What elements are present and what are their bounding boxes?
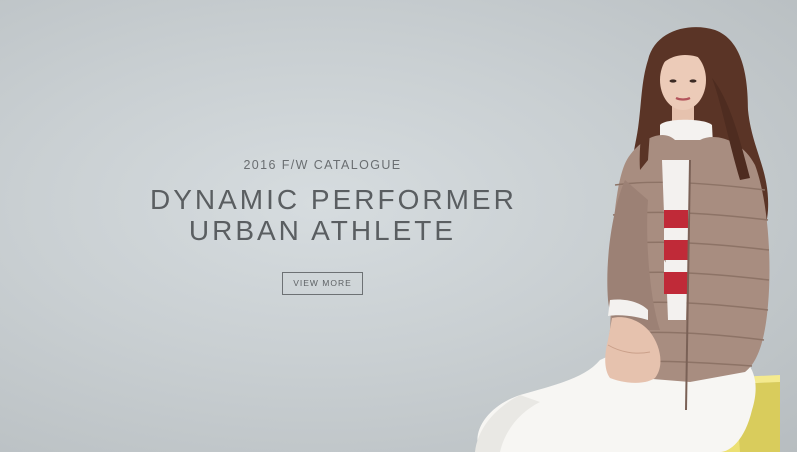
headline-line-1: DYNAMIC PERFORMER <box>150 184 517 215</box>
view-more-button[interactable]: VIEW MORE <box>282 272 363 295</box>
catalogue-eyebrow: 2016 F/W CATALOGUE <box>243 158 402 172</box>
sweater-red-pattern <box>664 210 688 294</box>
hero-banner: 2016 F/W CATALOGUE DYNAMIC PERFORMER URB… <box>0 0 797 452</box>
headline-line-2: URBAN ATHLETE <box>188 215 457 246</box>
hero-headline: DYNAMIC PERFORMER URBAN ATHLETE <box>150 184 517 246</box>
hero-copy: 2016 F/W CATALOGUE DYNAMIC PERFORMER URB… <box>150 150 517 295</box>
